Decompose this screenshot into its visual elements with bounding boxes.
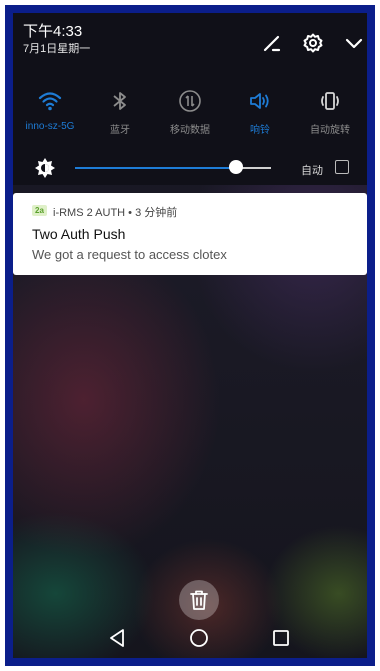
auto-rotate-icon — [318, 89, 342, 113]
status-time: 下午4:33 — [23, 23, 83, 40]
back-icon[interactable] — [106, 627, 128, 649]
toggle-mobile-data-label: 移动数据 — [170, 125, 210, 136]
notification-title: Two Auth Push — [32, 226, 126, 242]
auto-brightness-checkbox[interactable] — [335, 160, 349, 174]
device-frame: 下午4:33 7月1日星期一 inno-sz-5G 蓝牙 移动数据 响铃 自动旋… — [5, 5, 375, 666]
edit-icon[interactable] — [260, 31, 284, 55]
toggle-wifi[interactable]: inno-sz-5G — [15, 89, 85, 139]
toggle-mobile-data[interactable]: 移动数据 — [155, 89, 225, 139]
brightness-slider-thumb[interactable] — [228, 160, 243, 174]
bluetooth-icon — [108, 89, 132, 113]
wifi-icon — [38, 89, 62, 113]
toggle-wifi-label: inno-sz-5G — [25, 121, 75, 132]
status-date: 7月1日星期一 — [23, 43, 91, 55]
notification-body: We got a request to access clotex — [32, 247, 227, 262]
toggle-bluetooth-label: 蓝牙 — [110, 125, 130, 136]
recents-icon[interactable] — [270, 627, 292, 649]
mobile-data-icon — [178, 89, 202, 113]
ring-icon — [248, 89, 272, 113]
home-icon[interactable] — [188, 627, 210, 649]
notification-card[interactable]: 2a i-RMS 2 AUTH • 3 分钟前 Two Auth Push We… — [13, 193, 367, 275]
notification-shade: 下午4:33 7月1日星期一 inno-sz-5G 蓝牙 移动数据 响铃 自动旋… — [13, 13, 367, 185]
brightness-slider-fill — [75, 167, 236, 169]
notification-app-line: i-RMS 2 AUTH • 3 分钟前 — [53, 207, 178, 219]
screen: 下午4:33 7月1日星期一 inno-sz-5G 蓝牙 移动数据 响铃 自动旋… — [13, 13, 367, 658]
toggle-ring-label: 响铃 — [250, 125, 270, 136]
navigation-bar — [13, 613, 367, 658]
gear-icon[interactable] — [301, 31, 325, 55]
toggle-bluetooth[interactable]: 蓝牙 — [85, 89, 155, 139]
auto-brightness-label: 自动 — [301, 165, 323, 177]
brightness-icon — [35, 158, 55, 178]
chevron-down-icon[interactable] — [342, 31, 366, 55]
toggle-auto-rotate[interactable]: 自动旋转 — [295, 89, 365, 139]
app-icon: 2a — [32, 205, 47, 216]
trash-icon — [190, 590, 208, 610]
toggle-ring[interactable]: 响铃 — [225, 89, 295, 139]
toggle-auto-rotate-label: 自动旋转 — [310, 125, 350, 136]
